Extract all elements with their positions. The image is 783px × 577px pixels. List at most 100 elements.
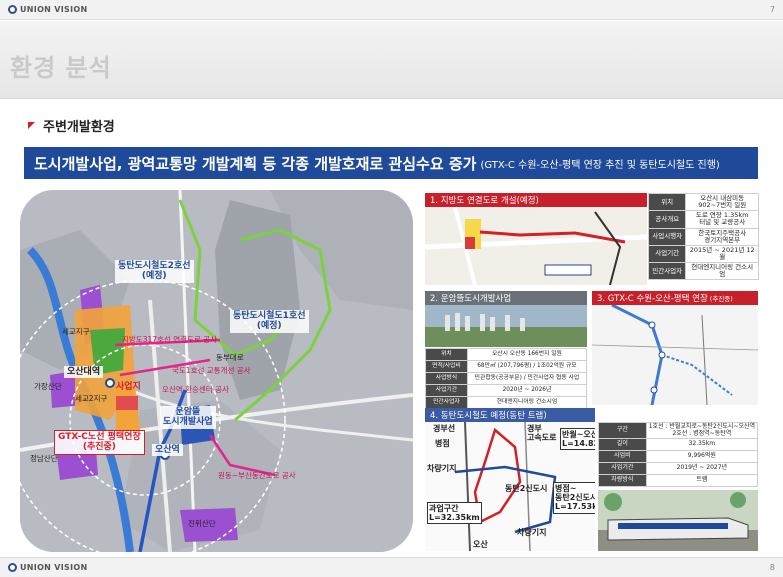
table-value: 현대엔지니어링 건소시엄 [685, 262, 759, 281]
label-gyeongbu-line: 경부선 [433, 424, 456, 433]
table-row: 사업기간 2019년 ~ 2027년 [598, 462, 759, 476]
panel-3-title-note: (추진중) [709, 295, 733, 303]
banner-sub-text: (GTX-C 수원-오산-평택 연장 추진 및 동탄도시철도 진행) [480, 159, 720, 171]
section-title: 주변개발환경 [43, 120, 115, 135]
tram-photo [598, 490, 758, 551]
table-row: 차량방식 트램 [598, 474, 759, 488]
brand-name: UNION VISION [20, 5, 88, 14]
summary-banner: 도시개발사업, 광역교통망 개발계획 등 각종 개발호재로 관심수요 증가 (G… [24, 147, 758, 179]
table-value: 32.35km [645, 438, 759, 452]
brand-logo: UNION VISION [8, 5, 87, 14]
panel-2-aerial-graphic [425, 305, 587, 347]
table-row: 공사개요 도로 연장 1.35km 터널 및 교량공사 [647, 210, 759, 229]
panel-2-info-table: 위치 오산시 오산동 166번지 일원 면적/사업비 68만㎡ (207,796평)… [425, 348, 588, 409]
table-row: 사업시행자 한국토지주택공사 경기지역본부 [647, 227, 759, 246]
label-osan-station: 오산역 [152, 444, 183, 457]
table-row: 구간 1호선 : 반월교차로~동탄2신도시~오산역 2호선 : 병점역~동탄역 [598, 421, 759, 440]
panel-1-road-map [425, 207, 647, 285]
panel-1-title: 1. 지방도 연결도로 개설(예정) [425, 193, 647, 207]
table-value: 1호선 : 반월교차로~동탄2신도시~오산역 2호선 : 병점역~동탄역 [645, 421, 759, 440]
label-project-site: 사업지 [116, 382, 141, 392]
brand-name-bottom: UNION VISION [20, 563, 88, 572]
table-value: 오산시 내삼미동 902~7번지 일원 [685, 192, 759, 212]
label-wondong-road: 원동~부산동간도로 공사 [218, 471, 296, 480]
panel-1-map-graphic [425, 207, 647, 285]
table-key: 사업기간 [425, 384, 468, 397]
table-value: 2020년 ~ 2026년 [466, 384, 588, 397]
table-key: 사업기간 [647, 244, 687, 264]
label-road-317: 지방도317호선 연결도로 공사 [122, 335, 217, 344]
table-row: 사업비 9,996억원 [598, 450, 759, 464]
label-dongtan-line-1: 동탄도시철도1호선 (예정) [230, 310, 309, 333]
table-value: 오산시 오산동 166번지 일원 [466, 348, 588, 361]
panel-4-title: 4. 동탄도시철도 예정(동탄 트램) [425, 408, 595, 422]
title-band: 환경 분석 [0, 21, 783, 99]
panel-3-title: 3. GTX-C 수원-오산-평택 연장 (추진중) [592, 291, 758, 305]
table-value: 9,996억원 [645, 450, 759, 464]
table-key: 민간사업자 [647, 262, 687, 281]
table-key: 민간사업자 [425, 396, 468, 409]
table-key: 공사개요 [647, 210, 687, 229]
label-depot-1: 차량기지 [427, 464, 457, 473]
table-key: 구간 [598, 421, 647, 440]
panel-2-aerial-image [425, 305, 587, 347]
panel-4-info-table: 구간 1호선 : 반월교차로~동탄2신도시~오산역 2호선 : 병점역~동탄역 길이… [598, 421, 759, 488]
table-key: 사업비 [598, 450, 647, 464]
label-dongbu-daero: 동부대로 [216, 353, 244, 362]
panel-3-map-graphic [592, 305, 758, 405]
table-value: 2015년 ~ 2021년 12월 [685, 244, 759, 264]
table-key: 차량방식 [598, 474, 647, 488]
table-row: 민간사업자 현대엔지니어링 건소시엄 [425, 396, 588, 409]
brand-logo-bottom: UNION VISION [8, 563, 87, 572]
label-dongtan-2-new-city: 동탄2신도시 [505, 484, 548, 493]
development-map: 동탄도시철도2호선 (예정) 동탄도시철도1호선 (예정) 오산대역 사업지 GTX… [20, 190, 413, 552]
label-unam-development: 운암뜰 도시개발사업 [160, 406, 216, 429]
page-number-top: 7 [769, 5, 775, 14]
union-vision-logo-icon [8, 563, 17, 572]
page-title: 환경 분석 [10, 54, 112, 82]
panel-3-title-text: 3. GTX-C 수원-오산-평택 연장 [597, 294, 708, 304]
label-banwol-osan: 반월~오산L=14.82km [560, 428, 595, 451]
label-road-national-1: 국도1호선 교통개선 공사 [172, 366, 251, 375]
table-key: 위치 [425, 348, 468, 361]
table-value: 한국토지주택공사 경기지역본부 [685, 227, 759, 246]
table-value: 68만㎡ (207,796평) / 1조02억원 규모 [466, 360, 588, 373]
label-expressway: 경부 고속도로 [527, 424, 557, 443]
union-vision-logo-icon [8, 5, 17, 14]
table-value: 도로 연장 1.35km 터널 및 교량공사 [685, 210, 759, 229]
table-row: 면적/사업비 68만㎡ (207,796평) / 1조02억원 규모 [425, 360, 588, 373]
table-key: 위치 [647, 192, 687, 212]
page: UNION VISION 7 환경 분석 주변개발환경 도시개발사업, 광역교통… [0, 0, 783, 577]
tram-photo-graphic [598, 490, 758, 551]
page-number-bottom: 8 [769, 563, 775, 572]
table-value: 민관합동(공공부문) / 민간사업자 협동 사업 [466, 372, 588, 385]
panel-4-tram-map: 경부선 병점 차량기지 과업구간 L=32.35km 오산 경부 고속도로 반월~오… [425, 422, 595, 551]
label-osan-transfer-center: 오산역 환승센터 공사 [162, 385, 229, 394]
table-value: 현대엔지니어링 건소시엄 [466, 396, 588, 409]
label-byeongjeom-dongtan: 병점~동탄2신도시L=17.53km [553, 482, 595, 514]
banner-main-text: 도시개발사업, 광역교통망 개발계획 등 각종 개발호재로 관심수요 증가 [34, 154, 477, 173]
table-key: 사업기간 [598, 462, 647, 476]
label-gajang-industrial: 가장산단 [34, 382, 62, 391]
table-row: 사업방식 민관합동(공공부문) / 민간사업자 협동 사업 [425, 372, 588, 385]
table-row: 위치 오산시 내삼미동 902~7번지 일원 [647, 192, 759, 212]
table-key: 사업방식 [425, 372, 468, 385]
panel-1-info-table: 위치 오산시 내삼미동 902~7번지 일원 공사개요 도로 연장 1.35km 터널 … [647, 192, 759, 281]
label-gtx-c-extension: GTX-C노선 평택연장 (추진중) [54, 430, 145, 455]
label-osan-dae-station: 오산대역 [64, 366, 104, 379]
label-jungnam-industrial: 정남산단 [30, 454, 58, 463]
red-corner-icon [28, 122, 35, 129]
table-key: 길이 [598, 438, 647, 452]
table-key: 면적/사업비 [425, 360, 468, 373]
label-project-section: 과업구간 L=32.35km [427, 502, 482, 525]
table-value: 2019년 ~ 2027년 [645, 462, 759, 476]
table-key: 사업시행자 [647, 227, 687, 246]
bottom-header-strip: UNION VISION 8 [0, 557, 783, 577]
section-heading: 주변개발환경 [28, 116, 115, 135]
label-osan: 오산 [473, 540, 488, 549]
label-byeongjeom: 병점 [435, 439, 450, 448]
table-row: 사업기간 2015년 ~ 2021년 12월 [647, 244, 759, 264]
label-sewa-2-district: 세교2지구 [75, 394, 108, 403]
label-depot-2: 차량기지 [517, 528, 547, 537]
label-dongtan-line-2: 동탄도시철도2호선 (예정) [115, 260, 194, 283]
